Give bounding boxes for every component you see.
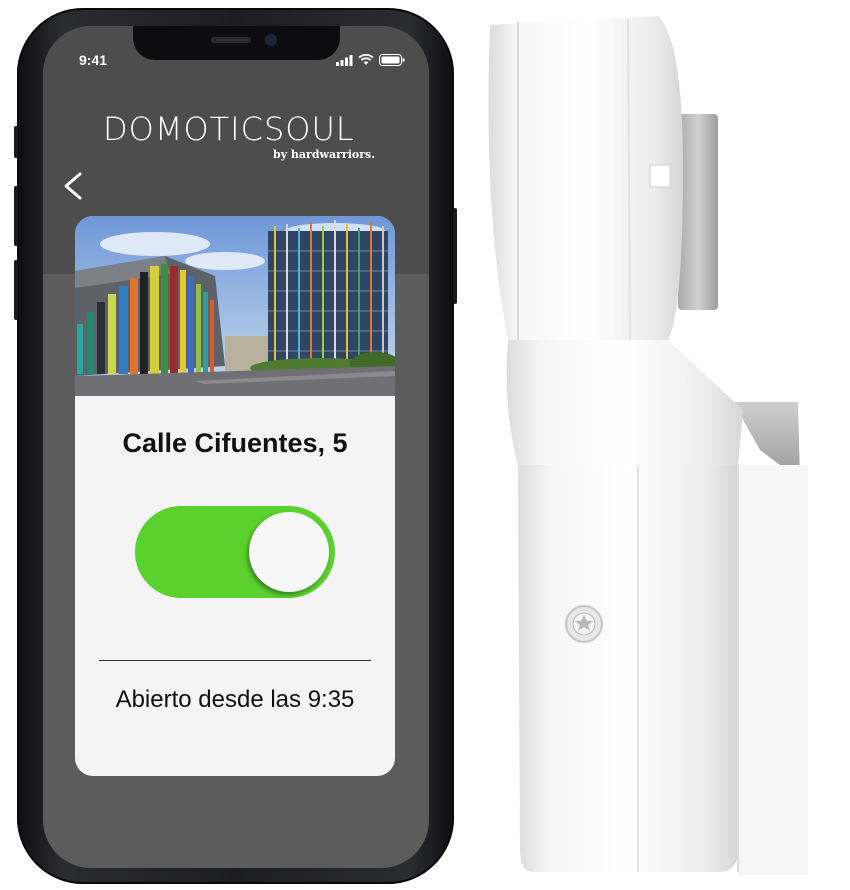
battery-icon <box>379 54 405 66</box>
mute-switch <box>14 126 18 158</box>
volume-down-button <box>14 260 18 320</box>
location-title: Calle Cifuentes, 5 <box>122 428 348 458</box>
phone-screen: 9:41 DOMOTICSOUL by hardwarriors. Calle … <box>43 26 429 868</box>
power-button <box>453 208 457 304</box>
location-card: Calle Cifuentes, 5 Abierto desde las 9:3… <box>75 216 395 776</box>
brand-logo: DOMOTICSOUL <box>103 110 355 148</box>
speaker <box>211 37 251 43</box>
open-status-text: Abierto desde las 9:35 <box>115 686 355 713</box>
building-photo <box>75 216 395 396</box>
notch <box>133 26 340 60</box>
wifi-icon <box>358 54 374 65</box>
product-composite: 9:41 DOMOTICSOUL by hardwarriors. Calle … <box>0 0 850 890</box>
phone-mockup: 9:41 DOMOTICSOUL by hardwarriors. Calle … <box>14 8 457 884</box>
status-time: 9:41 <box>79 52 108 68</box>
signal-icon <box>336 54 353 66</box>
status-icons <box>336 54 405 66</box>
lock-toggle-switch[interactable] <box>135 506 335 598</box>
back-button[interactable] <box>58 166 88 206</box>
chevron-left-icon <box>64 172 82 200</box>
camera <box>265 34 277 46</box>
brand-tagline: by hardwarriors. <box>273 148 376 161</box>
smart-lock-device <box>488 16 808 875</box>
volume-up-button <box>14 186 18 246</box>
toggle-knob <box>249 512 329 592</box>
card-divider <box>99 660 371 661</box>
